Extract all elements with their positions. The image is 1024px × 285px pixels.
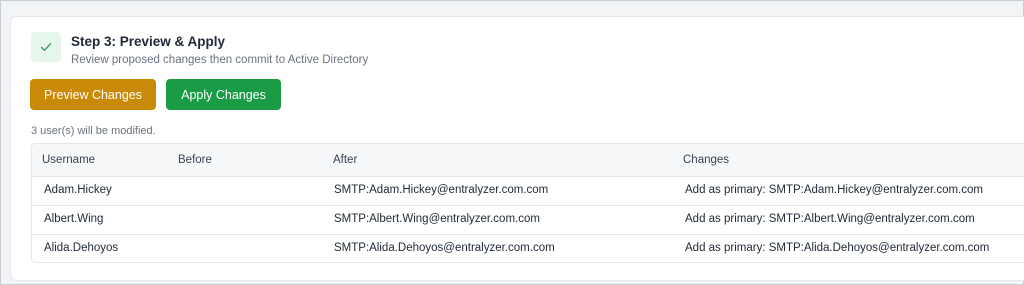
preview-changes-button[interactable]: Preview Changes — [30, 79, 156, 110]
cell-username: Albert.Wing — [44, 213, 104, 225]
apply-changes-button[interactable]: Apply Changes — [166, 79, 281, 110]
table-row[interactable]: Alida.Dehoyos SMTP:Alida.Dehoyos@entraly… — [32, 235, 1024, 262]
step-card: Step 3: Preview & Apply Review proposed … — [10, 16, 1024, 281]
step-title: Step 3: Preview & Apply — [71, 34, 226, 49]
check-icon — [40, 43, 52, 51]
cell-changes: Add as primary: SMTP:Albert.Wing@entraly… — [685, 213, 975, 225]
cell-username: Adam.Hickey — [44, 184, 112, 196]
column-header-after[interactable]: After — [333, 154, 357, 166]
cell-changes: Add as primary: SMTP:Alida.Dehoyos@entra… — [685, 242, 990, 254]
column-header-username[interactable]: Username — [42, 154, 95, 166]
table-header: Username Before After Changes — [32, 144, 1024, 177]
cell-changes: Add as primary: SMTP:Adam.Hickey@entraly… — [685, 184, 983, 196]
cell-after: SMTP:Alida.Dehoyos@entralyzer.com.com — [334, 242, 555, 254]
step-subtitle: Review proposed changes then commit to A… — [71, 54, 369, 66]
changes-table: Username Before After Changes Adam.Hicke… — [31, 143, 1024, 263]
cell-after: SMTP:Adam.Hickey@entralyzer.com.com — [334, 184, 549, 196]
table-row[interactable]: Adam.Hickey SMTP:Adam.Hickey@entralyzer.… — [32, 177, 1024, 206]
step-status — [31, 32, 61, 62]
cell-username: Alida.Dehoyos — [44, 242, 119, 254]
modified-count-text: 3 user(s) will be modified. — [31, 125, 156, 137]
column-header-before[interactable]: Before — [178, 154, 212, 166]
cell-after: SMTP:Albert.Wing@entralyzer.com.com — [334, 213, 540, 225]
table-row[interactable]: Albert.Wing SMTP:Albert.Wing@entralyzer.… — [32, 206, 1024, 235]
column-header-changes[interactable]: Changes — [683, 154, 729, 166]
